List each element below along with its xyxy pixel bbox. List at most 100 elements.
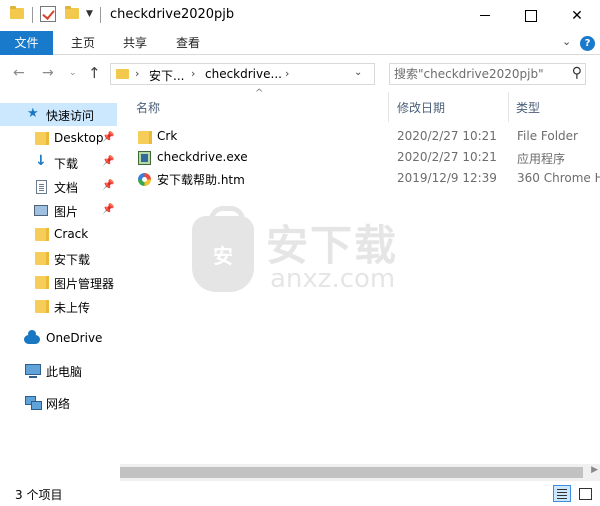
pin-icon: 📌 xyxy=(102,204,115,215)
folder-icon xyxy=(35,252,49,265)
navigation-pane: ★ 快速访问 Desktop 📌 ↓ 下载 📌 文档 📌 图片 📌 Crack … xyxy=(0,92,117,482)
star-icon: ★ xyxy=(27,106,39,121)
scrollbar-thumb[interactable] xyxy=(120,467,583,478)
file-name: checkdrive.exe xyxy=(157,150,248,164)
nav-item-label: 下载 xyxy=(54,157,79,171)
search-box: ⚲ xyxy=(389,63,586,85)
file-type: 应用程序 xyxy=(517,152,566,166)
tab-home[interactable]: 主页 xyxy=(63,31,103,55)
navigation-bar: ← → ⌄ ↑ › 安下... › checkdrive... › ⌄ ↻ ⚲ xyxy=(0,56,600,92)
details-view-button[interactable] xyxy=(553,485,571,502)
file-row[interactable]: checkdrive.exe 2020/2/27 10:21 应用程序 xyxy=(133,148,600,169)
network-icon xyxy=(25,396,42,410)
folder-icon xyxy=(35,300,49,313)
nav-item-downloads[interactable]: ↓ 下载 📌 xyxy=(0,151,117,174)
nav-item-label: 图片管理器 xyxy=(54,277,115,291)
recent-locations-icon[interactable]: ⌄ xyxy=(69,68,77,78)
folder-icon xyxy=(138,131,152,144)
nav-item-pictures[interactable]: 图片 📌 xyxy=(0,199,117,222)
status-bar: 3 个项目 xyxy=(0,482,600,506)
nav-item-label: 文档 xyxy=(54,181,79,195)
cloud-icon xyxy=(24,330,40,344)
minimize-button[interactable] xyxy=(462,0,508,31)
column-header-type[interactable]: 类型 xyxy=(516,92,540,122)
ribbon-tabs: 文件 主页 共享 查看 ⌄ ? xyxy=(0,31,600,55)
horizontal-scrollbar[interactable]: ▶ xyxy=(120,464,600,481)
nav-item-label: 快速访问 xyxy=(46,109,95,123)
nav-item-label: Desktop xyxy=(54,131,104,145)
nav-item-documents[interactable]: 文档 📌 xyxy=(0,175,117,198)
forward-arrow-icon[interactable]: → xyxy=(42,65,54,81)
pin-icon: 📌 xyxy=(102,156,115,167)
nav-item-crack[interactable]: Crack xyxy=(0,223,117,246)
divider xyxy=(100,7,101,23)
folder-icon xyxy=(35,276,49,289)
watermark: 安 安下载 anxz.com xyxy=(192,206,442,302)
folder-icon xyxy=(116,69,129,79)
breadcrumb-item[interactable]: 安下... xyxy=(149,67,184,84)
download-icon: ↓ xyxy=(35,153,47,169)
tab-share[interactable]: 共享 xyxy=(115,31,155,55)
maximize-button[interactable] xyxy=(508,0,554,31)
nav-item-network[interactable]: 网络 xyxy=(0,391,117,414)
search-input[interactable] xyxy=(394,66,564,82)
file-date: 2020/2/27 10:21 xyxy=(397,129,497,143)
nav-item-desktop[interactable]: Desktop 📌 xyxy=(0,127,117,150)
sort-ascending-icon: ^ xyxy=(255,88,264,99)
column-header-name[interactable]: 名称 xyxy=(136,92,160,122)
window-title: checkdrive2020pjb xyxy=(110,7,235,22)
nav-item-onedrive[interactable]: OneDrive xyxy=(0,327,117,350)
breadcrumb-item[interactable]: checkdrive... xyxy=(205,67,282,81)
search-icon[interactable]: ⚲ xyxy=(572,65,582,81)
nav-item-label: 图片 xyxy=(54,205,79,219)
properties-icon[interactable] xyxy=(40,6,56,22)
chevron-right-icon[interactable]: › xyxy=(135,67,139,80)
chevron-down-icon[interactable]: ⌄ xyxy=(354,67,362,78)
file-row[interactable]: 安下载帮助.htm 2019/12/9 12:39 360 Chrome H xyxy=(133,169,600,190)
up-arrow-icon[interactable]: ↑ xyxy=(88,64,101,82)
nav-item-image-manager[interactable]: 图片管理器 xyxy=(0,271,117,294)
nav-item-label: Crack xyxy=(54,227,89,241)
file-type: 360 Chrome H xyxy=(517,171,600,185)
file-type: File Folder xyxy=(517,129,578,143)
shield-icon: 安 xyxy=(192,206,254,292)
chevron-down-icon[interactable]: ▼ xyxy=(86,9,93,19)
chevron-right-icon[interactable]: › xyxy=(285,67,289,80)
file-row[interactable]: Crk 2020/2/27 10:21 File Folder xyxy=(133,127,600,148)
nav-item-this-pc[interactable]: 此电脑 xyxy=(0,359,117,382)
item-count: 3 个项目 xyxy=(15,488,63,502)
folder-icon xyxy=(35,228,49,241)
new-folder-icon[interactable] xyxy=(65,6,79,19)
nav-item-label: 网络 xyxy=(46,397,71,411)
large-icons-view-button[interactable] xyxy=(576,485,594,502)
column-header-date[interactable]: 修改日期 xyxy=(397,92,445,122)
scroll-right-icon[interactable]: ▶ xyxy=(591,465,598,475)
exe-icon xyxy=(138,151,151,165)
chevron-right-icon[interactable]: › xyxy=(191,67,195,80)
nav-item-label: 此电脑 xyxy=(46,365,83,379)
nav-item-quick-access[interactable]: ★ 快速访问 xyxy=(0,103,117,126)
nav-item-label: 未上传 xyxy=(54,301,91,315)
divider xyxy=(32,7,33,23)
nav-item-not-uploaded[interactable]: 未上传 xyxy=(0,295,117,318)
address-bar[interactable]: › 安下... › checkdrive... › ⌄ ↻ xyxy=(110,63,480,85)
nav-item-label: OneDrive xyxy=(46,331,103,345)
title-bar: ▼ checkdrive2020pjb ✕ xyxy=(0,0,600,31)
close-button[interactable]: ✕ xyxy=(554,0,600,31)
nav-item-anxz[interactable]: 安下载 xyxy=(0,247,117,270)
pictures-icon xyxy=(34,205,48,216)
back-arrow-icon[interactable]: ← xyxy=(13,65,25,81)
watermark-url: anxz.com xyxy=(270,264,396,294)
column-divider[interactable] xyxy=(508,92,509,122)
close-icon: ✕ xyxy=(571,7,583,24)
help-icon[interactable]: ? xyxy=(580,36,595,51)
tab-file[interactable]: 文件 xyxy=(0,31,53,55)
tab-view[interactable]: 查看 xyxy=(168,31,208,55)
chevron-down-icon[interactable]: ⌄ xyxy=(562,35,571,48)
column-divider[interactable] xyxy=(388,92,389,122)
html-icon xyxy=(138,173,151,186)
file-name: 安下载帮助.htm xyxy=(157,173,245,187)
folder-icon xyxy=(35,132,49,145)
file-date: 2019/12/9 12:39 xyxy=(397,171,497,185)
folder-icon xyxy=(10,6,24,19)
